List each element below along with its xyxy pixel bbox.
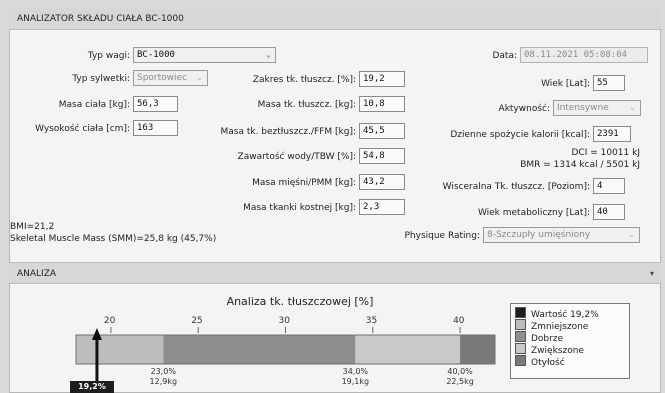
segment-zwiększone <box>355 335 461 364</box>
boundary-label: 40,0% 22,5kg <box>440 367 480 387</box>
segment-dobrze <box>163 335 356 364</box>
value-marker-arrow <box>91 328 102 340</box>
segment-otyłość <box>460 335 495 364</box>
boundary-percent: 40,0% <box>447 367 473 376</box>
boundary-percent: 34,0% <box>342 367 369 376</box>
segment-zmniejszone <box>76 335 164 364</box>
boundary-label: 23,0% 12,9kg <box>143 367 183 387</box>
legend-item: Wartość 19,2% <box>515 307 625 320</box>
legend-item: Zmniejszone <box>515 319 625 332</box>
legend-item: Otyłość <box>515 355 625 368</box>
legend-swatch <box>515 355 526 366</box>
legend-swatch <box>515 331 526 342</box>
legend-item: Zwiększone <box>515 343 625 356</box>
boundary-kg: 19,1kg <box>341 377 370 386</box>
legend-item: Dobrze <box>515 331 625 344</box>
value-marker-label: 19,2% <box>70 381 114 393</box>
boundary-percent: 23,0% <box>150 367 176 376</box>
legend-swatch <box>515 343 526 354</box>
boundary-label: 34,0% 19,1kg <box>335 367 375 387</box>
legend-swatch <box>515 307 526 318</box>
chart-legend: Wartość 19,2% Zmniejszone Dobrze Zwiększone… <box>510 303 630 379</box>
legend-swatch <box>515 319 526 330</box>
legend-label: Otyłość <box>531 358 565 368</box>
boundary-kg: 22,5kg <box>446 377 474 386</box>
boundary-kg: 12,9kg <box>149 377 178 386</box>
